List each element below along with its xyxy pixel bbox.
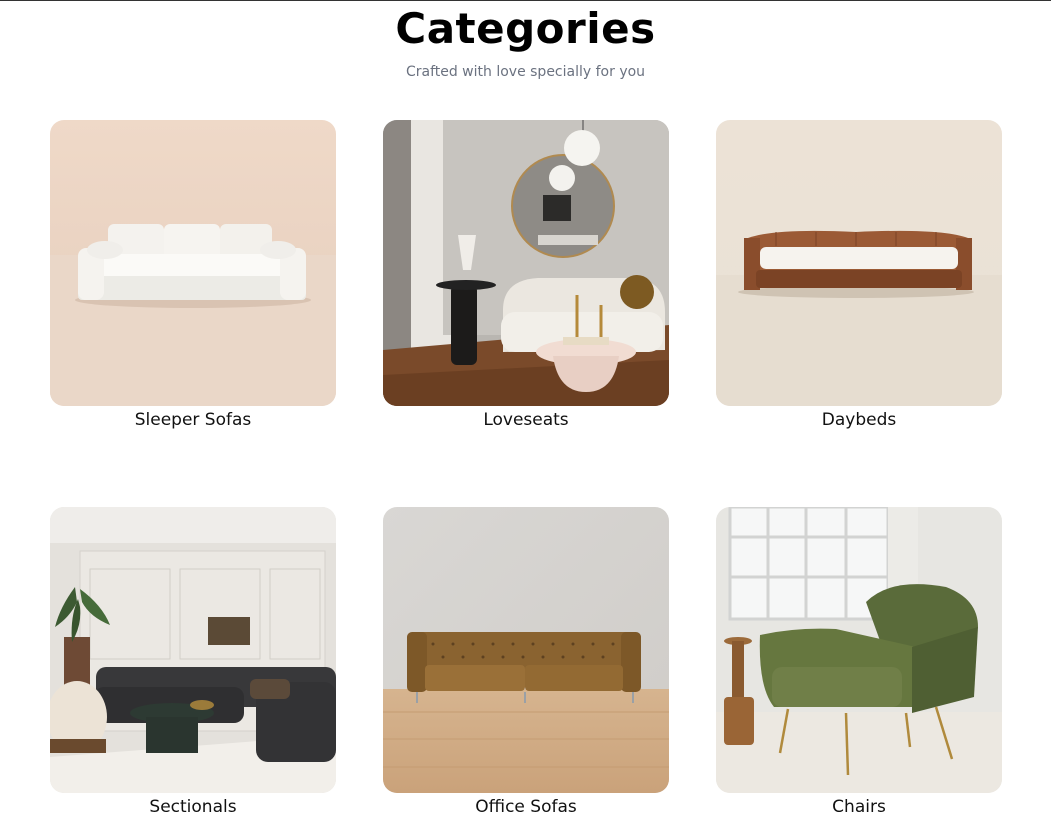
category-label: Loveseats: [483, 410, 569, 430]
category-card-sleeper-sofas[interactable]: Sleeper Sofas: [50, 120, 336, 440]
daybed-image[interactable]: [716, 120, 1002, 406]
category-card-chairs[interactable]: Chairs: [716, 507, 1002, 827]
armchair-image[interactable]: [716, 507, 1002, 793]
category-card-loveseats[interactable]: Loveseats: [383, 120, 669, 440]
sleeper-sofa-image[interactable]: [50, 120, 336, 406]
loveseat-image[interactable]: [383, 120, 669, 406]
category-label: Daybeds: [821, 410, 897, 430]
sectional-image[interactable]: [50, 507, 336, 793]
category-card-sectionals[interactable]: Sectionals: [50, 507, 336, 827]
category-label: Office Sofas: [475, 797, 577, 817]
office-sofa-image[interactable]: [383, 507, 669, 793]
category-label: Sectionals: [149, 797, 237, 817]
category-grid: Sleeper Sofas Loveseats Daybeds Sectiona…: [50, 120, 1002, 834]
top-divider: [0, 0, 1051, 1]
category-label: Sleeper Sofas: [134, 410, 252, 430]
category-card-daybeds[interactable]: Daybeds: [716, 120, 1002, 440]
category-card-office-sofas[interactable]: Office Sofas: [383, 507, 669, 827]
category-label: Chairs: [832, 797, 886, 817]
page-subtitle: Crafted with love specially for you: [405, 64, 646, 80]
page-title: Categories: [395, 4, 656, 53]
